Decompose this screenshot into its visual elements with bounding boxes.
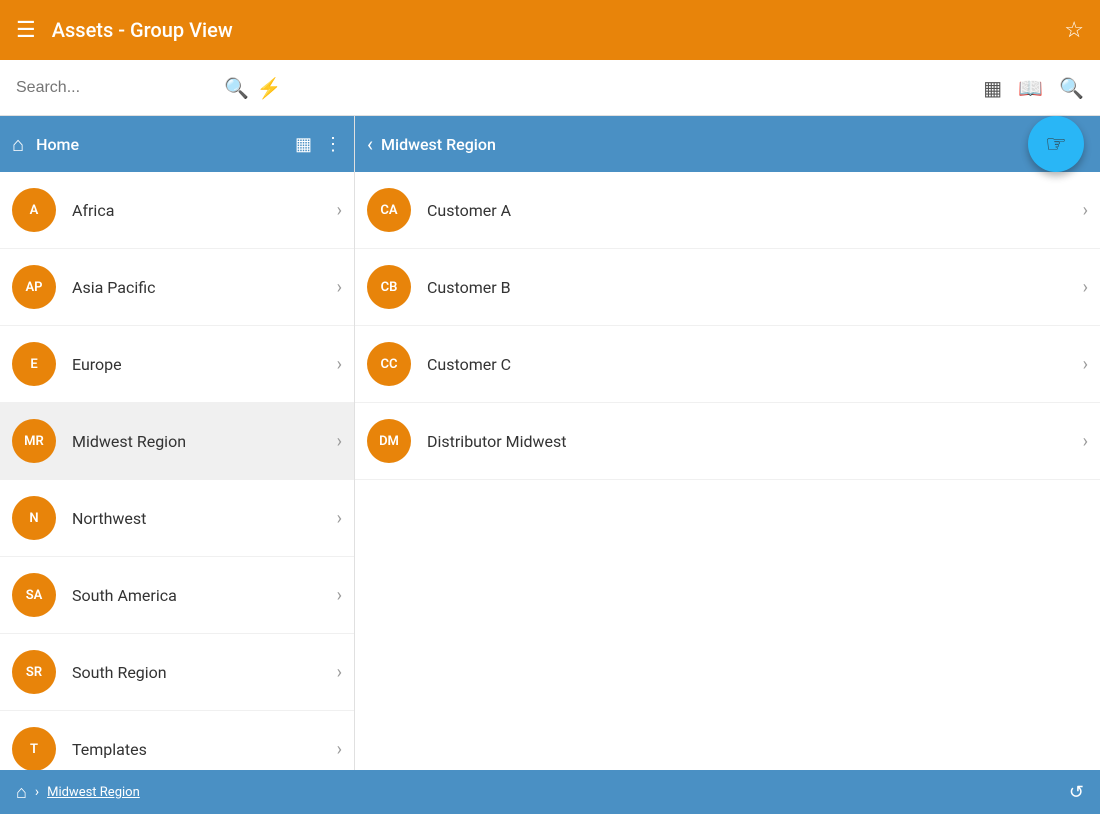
back-button[interactable]: ‹ (367, 132, 373, 156)
chevron-icon: › (1083, 200, 1088, 221)
item-label: Africa (72, 201, 337, 220)
chevron-icon: › (337, 739, 342, 760)
item-label: South America (72, 586, 337, 605)
list-item[interactable]: T Templates › (0, 711, 354, 770)
list-item[interactable]: AP Asia Pacific › (0, 249, 354, 326)
bottom-breadcrumb[interactable]: Midwest Region (47, 785, 140, 800)
item-label: Midwest Region (72, 432, 337, 451)
chevron-icon: › (1083, 431, 1088, 452)
grid-view-icon[interactable]: ▦ (983, 76, 1002, 100)
chevron-icon: › (337, 431, 342, 452)
right-panel-title: Midwest Region (381, 135, 1037, 154)
book-icon[interactable]: 📖 (1018, 76, 1043, 100)
list-item[interactable]: DM Distributor Midwest › (355, 403, 1100, 480)
list-item[interactable]: CA Customer A › (355, 172, 1100, 249)
item-label: Asia Pacific (72, 278, 337, 297)
chevron-icon: › (337, 585, 342, 606)
left-list: A Africa › AP Asia Pacific › E Europe › … (0, 172, 354, 770)
list-item[interactable]: N Northwest › (0, 480, 354, 557)
content-area: ⌂ Home ▦ ⋮ A Africa › AP Asia Pacific › … (0, 116, 1100, 770)
search-icon[interactable]: 🔍 (224, 76, 249, 100)
home-icon[interactable]: ⌂ (12, 132, 24, 157)
chevron-icon: › (1083, 277, 1088, 298)
avatar: CB (367, 265, 411, 309)
fab-button[interactable]: ☞ (1028, 116, 1084, 172)
chevron-icon: › (337, 277, 342, 298)
left-panel: ⌂ Home ▦ ⋮ A Africa › AP Asia Pacific › … (0, 116, 355, 770)
search-circle-icon[interactable]: 🔍 (1059, 76, 1084, 100)
avatar: AP (12, 265, 56, 309)
app-title: Assets - Group View (52, 18, 233, 42)
right-list: CA Customer A › CB Customer B › CC Custo… (355, 172, 1100, 770)
bottom-home-icon[interactable]: ⌂ (16, 782, 27, 803)
avatar: CA (367, 188, 411, 232)
avatar: SR (12, 650, 56, 694)
list-item[interactable]: CB Customer B › (355, 249, 1100, 326)
avatar: CC (367, 342, 411, 386)
avatar: DM (367, 419, 411, 463)
refresh-icon[interactable]: ↺ (1069, 782, 1084, 803)
bottom-bar: ⌂ › Midwest Region ↺ (0, 770, 1100, 814)
search-input[interactable] (16, 79, 216, 97)
chevron-icon: › (337, 200, 342, 221)
chevron-icon: › (337, 662, 342, 683)
bottom-chevron-icon: › (35, 784, 39, 800)
item-label: Customer B (427, 278, 1083, 297)
left-panel-header: ⌂ Home ▦ ⋮ (0, 116, 354, 172)
list-item[interactable]: E Europe › (0, 326, 354, 403)
item-label: Northwest (72, 509, 337, 528)
avatar: N (12, 496, 56, 540)
item-label: Europe (72, 355, 337, 374)
list-item[interactable]: MR Midwest Region › (0, 403, 354, 480)
star-icon[interactable]: ☆ (1064, 18, 1084, 43)
avatar: MR (12, 419, 56, 463)
chevron-icon: › (337, 508, 342, 529)
item-label: Distributor Midwest (427, 432, 1083, 451)
item-label: Customer C (427, 355, 1083, 374)
avatar: E (12, 342, 56, 386)
avatar: T (12, 727, 56, 770)
menu-icon[interactable]: ☰ (16, 18, 36, 43)
list-item[interactable]: CC Customer C › (355, 326, 1100, 403)
avatar: SA (12, 573, 56, 617)
list-item[interactable]: SA South America › (0, 557, 354, 634)
right-panel-header: ‹ Midwest Region ▦ ⋮ (355, 116, 1100, 172)
left-grid-icon[interactable]: ▦ (295, 134, 312, 155)
item-label: Templates (72, 740, 337, 759)
app-bar: ☰ Assets - Group View ☆ (0, 0, 1100, 60)
list-item[interactable]: SR South Region › (0, 634, 354, 711)
item-label: South Region (72, 663, 337, 682)
avatar: A (12, 188, 56, 232)
chevron-icon: › (337, 354, 342, 375)
right-panel: ‹ Midwest Region ▦ ⋮ CA Customer A › CB … (355, 116, 1100, 770)
chevron-icon: › (1083, 354, 1088, 375)
list-item[interactable]: A Africa › (0, 172, 354, 249)
item-label: Customer A (427, 201, 1083, 220)
search-bar: 🔍 ⚡ ▦ 📖 🔍 (0, 60, 1100, 116)
left-panel-title: Home (36, 135, 79, 154)
filter-icon[interactable]: ⚡ (257, 76, 282, 100)
left-more-icon[interactable]: ⋮ (324, 134, 342, 155)
cursor-icon: ☞ (1045, 130, 1067, 158)
